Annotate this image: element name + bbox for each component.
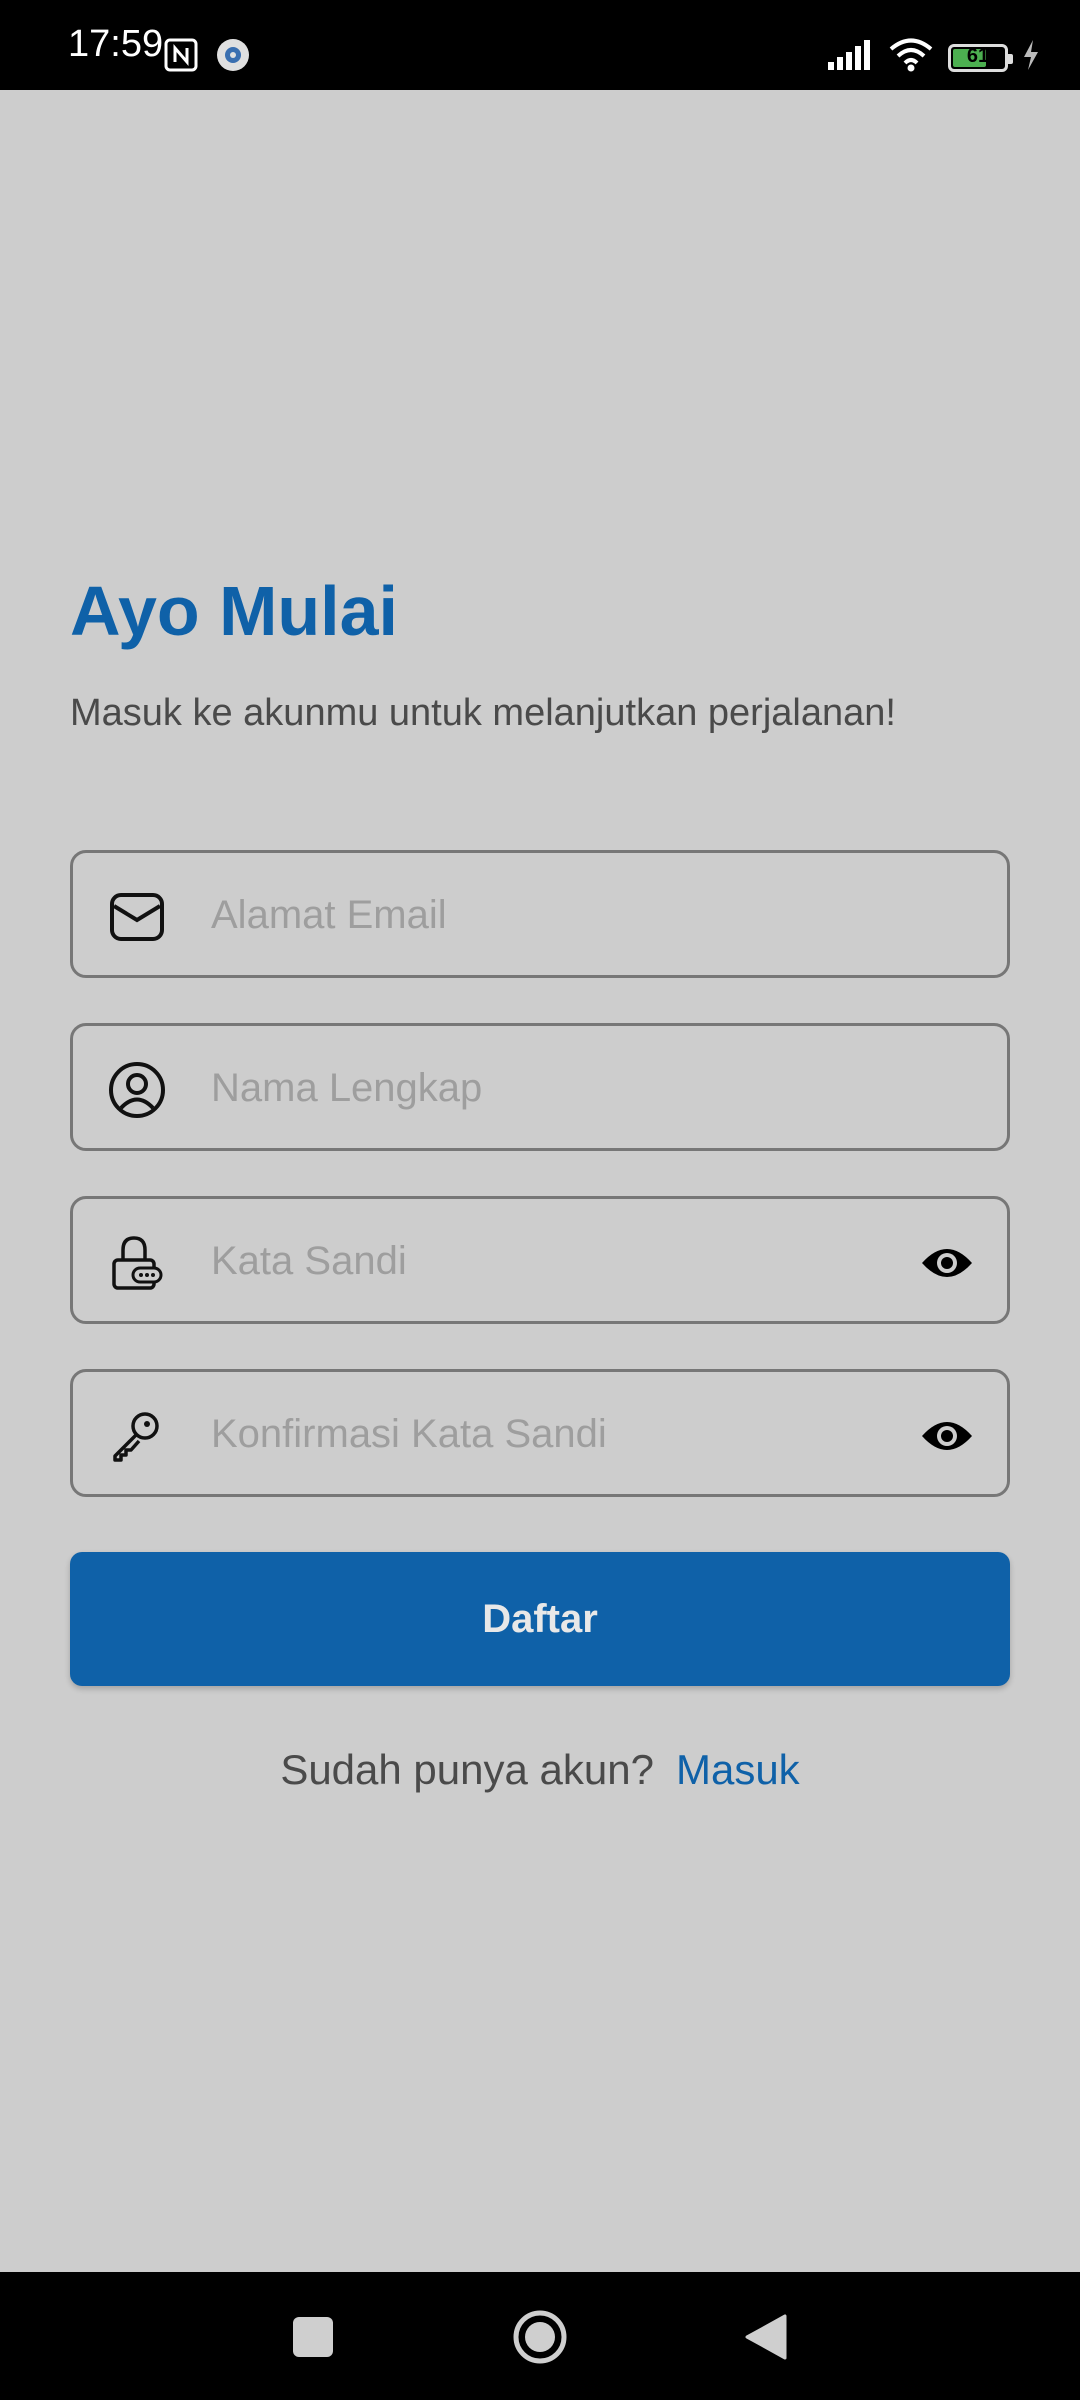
status-left-icons xyxy=(164,38,250,77)
system-navigation-bar xyxy=(0,2272,1080,2400)
show-confirm-password-eye-icon[interactable] xyxy=(919,1408,975,1464)
battery-level: 61 xyxy=(966,44,990,67)
password-field[interactable] xyxy=(70,1196,1010,1324)
email-input[interactable] xyxy=(211,883,871,947)
back-button[interactable] xyxy=(730,2302,800,2372)
login-prompt-row: Sudah punya akun? Masuk xyxy=(0,1742,1080,1798)
login-link[interactable]: Masuk xyxy=(676,1746,800,1793)
page-title: Ayo Mulai xyxy=(70,572,398,650)
confirm-password-input[interactable] xyxy=(211,1402,871,1466)
recent-apps-button[interactable] xyxy=(278,2302,348,2372)
status-time: 17:59 xyxy=(68,23,164,65)
show-password-eye-icon[interactable] xyxy=(919,1235,975,1291)
charging-icon xyxy=(1022,40,1040,75)
back-triangle-icon xyxy=(745,2314,787,2360)
lock-icon xyxy=(107,1233,167,1293)
settings-notification-icon xyxy=(216,38,250,77)
nfc-icon xyxy=(164,38,198,77)
register-button[interactable]: Daftar xyxy=(70,1552,1010,1686)
key-icon xyxy=(107,1406,167,1466)
email-field[interactable] xyxy=(70,850,1010,978)
home-button[interactable] xyxy=(505,2302,575,2372)
mail-icon xyxy=(107,887,167,947)
status-bar: 17:59 61 xyxy=(0,0,1080,90)
signal-icon xyxy=(828,40,874,75)
confirm-password-field[interactable] xyxy=(70,1369,1010,1497)
wifi-icon xyxy=(888,38,934,77)
battery-icon: 61 xyxy=(948,43,1013,72)
user-circle-icon xyxy=(107,1060,167,1120)
password-input[interactable] xyxy=(211,1229,871,1293)
home-circle-icon xyxy=(513,2310,567,2364)
page-subtitle: Masuk ke akunmu untuk melanjutkan perjal… xyxy=(70,692,896,734)
login-prompt-text: Sudah punya akun? xyxy=(280,1746,654,1793)
status-right-icons: 61 xyxy=(828,38,1040,77)
square-icon xyxy=(293,2317,333,2357)
name-input[interactable] xyxy=(211,1056,871,1120)
name-field[interactable] xyxy=(70,1023,1010,1151)
